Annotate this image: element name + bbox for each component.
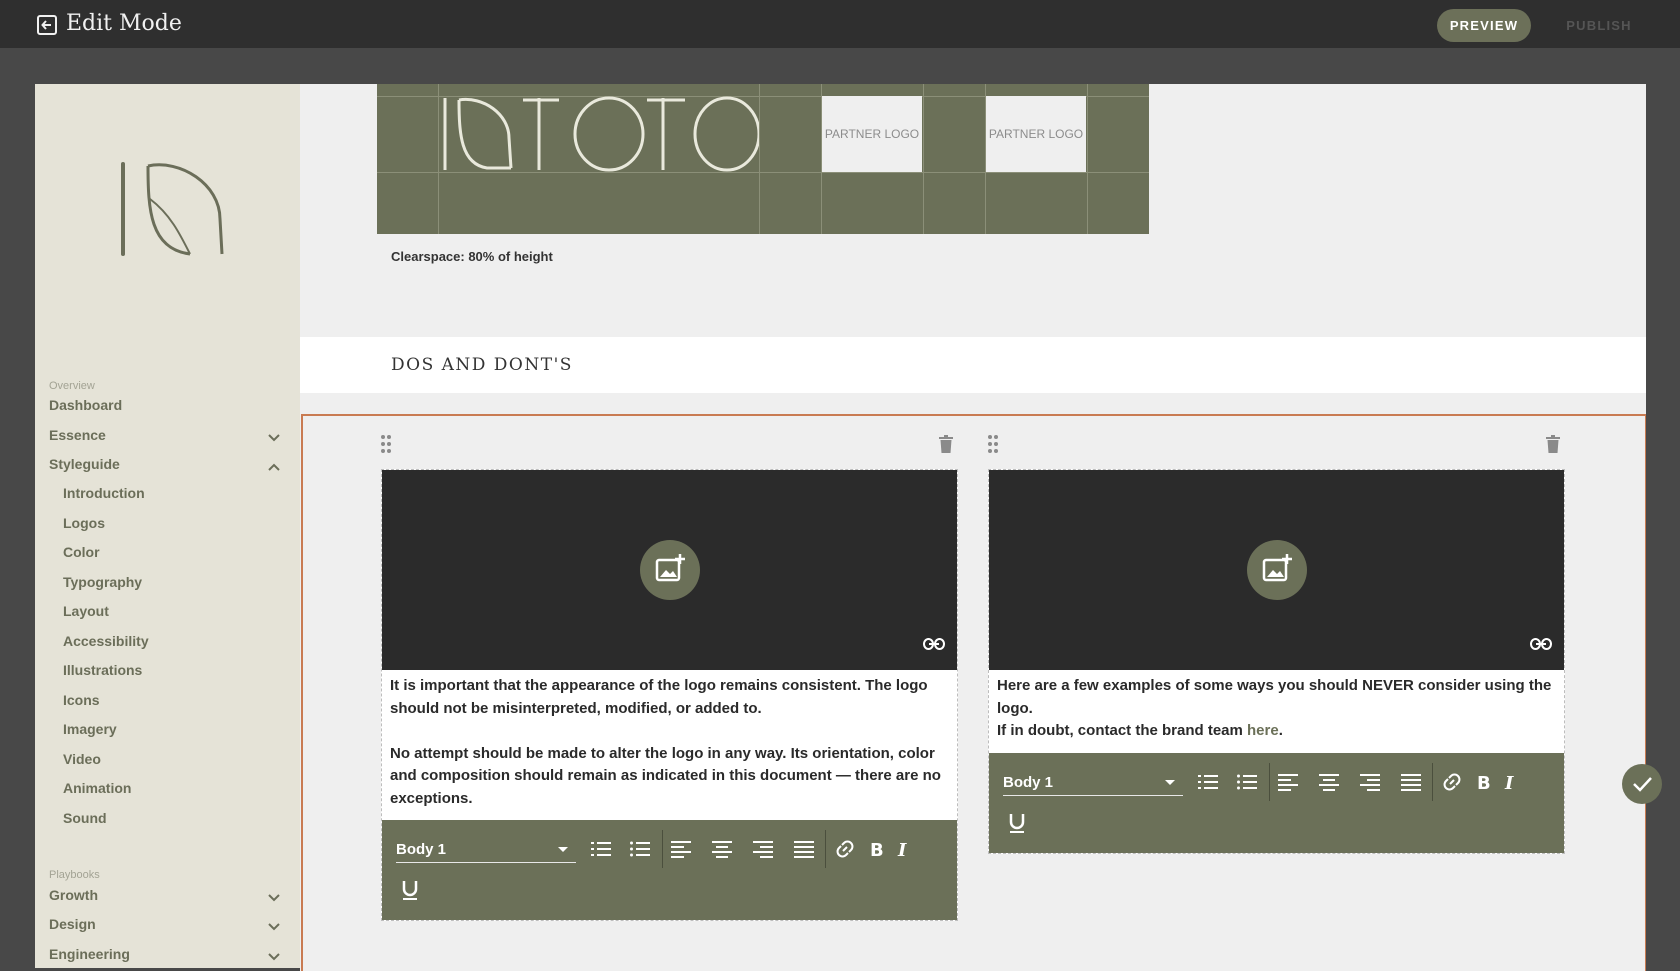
bullet-list-icon[interactable] <box>1235 770 1259 794</box>
sidebar-item-growth[interactable]: Growth <box>49 887 98 903</box>
brand-logo <box>121 162 224 256</box>
partner-logo-placeholder: PARTNER LOGO <box>822 96 922 172</box>
add-image-button[interactable] <box>640 540 700 600</box>
add-image-icon <box>1262 554 1292 582</box>
align-justify-icon[interactable] <box>1399 770 1423 794</box>
bold-icon[interactable]: B <box>1471 770 1495 794</box>
text-format-toolbar: Body 1 B I <box>989 753 1564 853</box>
sidebar-subitem-layout[interactable]: Layout <box>63 603 109 619</box>
italic-icon[interactable]: I <box>892 837 916 861</box>
text-format-toolbar: Body 1 B I <box>382 820 957 920</box>
sidebar-subitem-animation[interactable]: Animation <box>63 780 131 796</box>
align-left-icon[interactable] <box>1276 770 1300 794</box>
sidebar-subitem-logos[interactable]: Logos <box>63 515 105 531</box>
align-left-icon[interactable] <box>669 837 693 861</box>
partner-logo-placeholder: PARTNER LOGO <box>986 96 1086 172</box>
underline-icon[interactable] <box>398 878 422 902</box>
content-card: Here are a few examples of some ways you… <box>988 469 1565 854</box>
caret-down-icon <box>1165 780 1175 785</box>
link-icon[interactable] <box>833 837 857 861</box>
svg-text:B: B <box>870 840 884 861</box>
brand-team-link[interactable]: here <box>1247 722 1279 739</box>
top-bar: Edit Mode PREVIEW PUBLISH <box>0 0 1680 48</box>
content-card: It is important that the appearance of t… <box>381 469 958 921</box>
exit-edit-icon[interactable] <box>36 14 58 36</box>
preview-button[interactable]: PREVIEW <box>1437 9 1531 42</box>
sidebar-subitem-icons[interactable]: Icons <box>63 692 100 708</box>
nav-group-playbooks: Playbooks <box>49 869 100 881</box>
trash-icon[interactable] <box>1545 435 1561 453</box>
sidebar-item-dashboard[interactable]: Dashboard <box>49 397 122 413</box>
link-icon[interactable] <box>923 638 945 650</box>
text-style-value: Body 1 <box>1003 774 1054 791</box>
align-center-icon[interactable] <box>1317 770 1341 794</box>
card-body-text-suffix: . <box>1278 722 1283 739</box>
text-style-value: Body 1 <box>396 841 447 858</box>
sidebar-subitem-color[interactable]: Color <box>63 544 100 560</box>
nav-group-overview: Overview <box>49 380 95 392</box>
underline-icon[interactable] <box>1005 811 1029 835</box>
chevron-up-icon[interactable] <box>267 460 281 474</box>
image-placeholder[interactable] <box>382 470 957 670</box>
drag-handle-icon[interactable] <box>987 434 999 454</box>
align-right-icon[interactable] <box>1358 770 1382 794</box>
numbered-list-icon[interactable] <box>1196 770 1220 794</box>
sidebar-subitem-illustrations[interactable]: Illustrations <box>63 662 142 678</box>
chevron-down-icon[interactable] <box>267 431 281 445</box>
confirm-edit-button[interactable] <box>1622 764 1662 804</box>
sidebar: Overview Dashboard Essence Styleguide In… <box>35 84 300 968</box>
section-header: DOS AND DONT'S <box>300 337 1646 393</box>
italic-icon[interactable]: I <box>1499 770 1523 794</box>
sidebar-item-essence[interactable]: Essence <box>49 427 106 443</box>
add-image-button[interactable] <box>1247 540 1307 600</box>
card-body-text[interactable]: It is important that the appearance of t… <box>390 675 949 810</box>
main-content: PARTNER LOGO PARTNER LOGO Clearspace: 80… <box>300 84 1646 971</box>
sidebar-item-design[interactable]: Design <box>49 916 96 932</box>
section-title: DOS AND DONT'S <box>391 355 573 375</box>
drag-handle-icon[interactable] <box>380 434 392 454</box>
card-body-text[interactable]: Here are a few examples of some ways you… <box>997 675 1556 743</box>
link-icon[interactable] <box>1440 770 1464 794</box>
text-style-select[interactable]: Body 1 <box>1003 769 1183 796</box>
image-placeholder[interactable] <box>989 470 1564 670</box>
publish-button[interactable]: PUBLISH <box>1550 9 1648 42</box>
numbered-list-icon[interactable] <box>589 837 613 861</box>
bullet-list-icon[interactable] <box>628 837 652 861</box>
sidebar-subitem-introduction[interactable]: Introduction <box>63 485 145 501</box>
chevron-down-icon[interactable] <box>267 891 281 905</box>
trash-icon[interactable] <box>938 435 954 453</box>
align-center-icon[interactable] <box>710 837 734 861</box>
sidebar-item-engineering[interactable]: Engineering <box>49 946 130 962</box>
svg-text:I: I <box>1504 773 1514 794</box>
caret-down-icon <box>558 847 568 852</box>
text-style-select[interactable]: Body 1 <box>396 836 576 863</box>
svg-text:B: B <box>1477 773 1491 794</box>
check-icon <box>1633 777 1652 792</box>
wordmark-logo <box>443 96 759 172</box>
link-icon[interactable] <box>1530 638 1552 650</box>
align-justify-icon[interactable] <box>792 837 816 861</box>
add-image-icon <box>655 554 685 582</box>
sidebar-subitem-sound[interactable]: Sound <box>63 810 107 826</box>
svg-text:I: I <box>897 840 907 861</box>
page-title: Edit Mode <box>66 11 182 36</box>
align-right-icon[interactable] <box>751 837 775 861</box>
sidebar-subitem-typography[interactable]: Typography <box>63 574 142 590</box>
sidebar-subitem-accessibility[interactable]: Accessibility <box>63 633 149 649</box>
sidebar-subitem-imagery[interactable]: Imagery <box>63 721 117 737</box>
chevron-down-icon[interactable] <box>267 950 281 964</box>
logo-clearspace-grid: PARTNER LOGO PARTNER LOGO <box>377 84 1149 234</box>
chevron-down-icon[interactable] <box>267 920 281 934</box>
sidebar-item-styleguide[interactable]: Styleguide <box>49 456 120 472</box>
bold-icon[interactable]: B <box>864 837 888 861</box>
sidebar-subitem-video[interactable]: Video <box>63 751 101 767</box>
clearspace-caption: Clearspace: 80% of height <box>391 249 553 264</box>
